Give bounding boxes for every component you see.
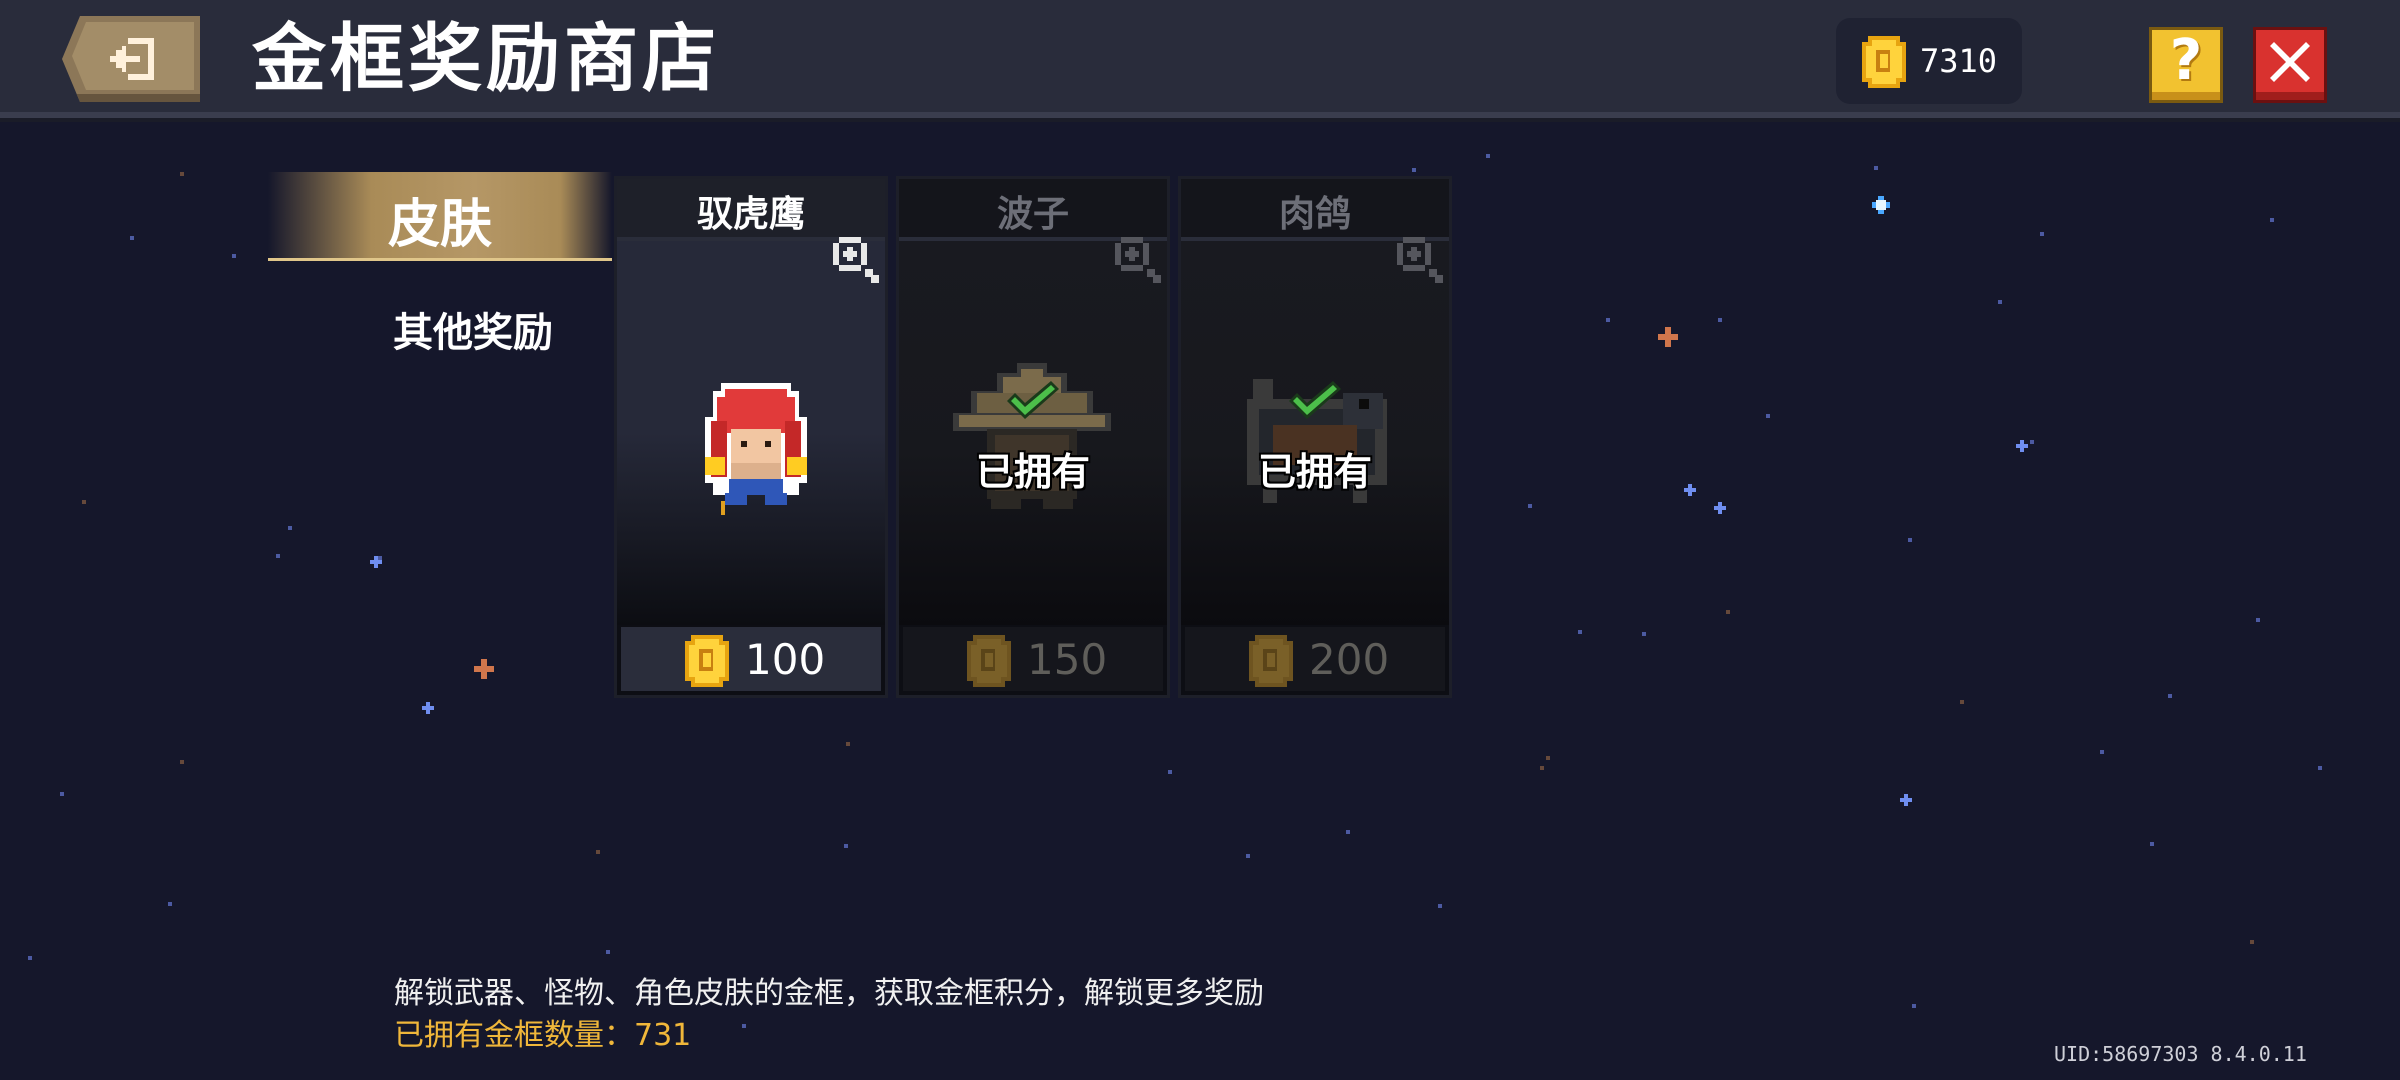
skin-card-3[interactable]: 肉鸽 已拥有 200 [1178,176,1452,698]
coin-balance-value: 7310 [1920,42,1998,80]
close-icon [2270,42,2310,82]
skin-name: 肉鸽 [1278,194,1351,235]
owned-checkmark-icon [1007,381,1059,419]
skin-name: 驭虎鹰 [696,194,805,235]
skin-preview-area [1181,241,1449,625]
zoom-magnifier-icon[interactable] [1393,235,1445,287]
skin-name: 波子 [996,194,1069,235]
zoom-magnifier-icon[interactable] [829,235,881,287]
price-value: 150 [1027,635,1108,684]
shop-description: 解锁武器、怪物、角色皮肤的金框，获取金框积分，解锁更多奖励 [394,976,1264,1011]
close-button[interactable] [2256,30,2324,100]
price-value: 200 [1309,635,1390,684]
coin-balance: 7310 [1836,18,2022,104]
price-bar: 100 [621,627,881,691]
tab-other-rewards-label: 其他奖励 [393,310,553,356]
red-hair-character-sprite [705,383,807,515]
back-button[interactable] [62,16,200,102]
skin-card-1[interactable]: 驭虎鹰 100 [614,176,888,698]
help-button[interactable]: ? [2152,30,2220,100]
uid-version-label: UID:58697303 8.4.0.11 [2054,1042,2307,1066]
price-bar: 200 [1185,627,1445,691]
skin-card-name-bar: 驭虎鹰 [617,179,885,241]
skin-card-name-bar: 波子 [899,179,1167,241]
gold-coin-icon [685,635,729,687]
exit-door-arrow-icon [110,38,154,80]
skin-card-2[interactable]: 波子 已拥有 150 [896,176,1170,698]
price-value: 100 [745,635,826,684]
question-mark-icon: ? [2169,28,2203,93]
gold-coin-icon [967,635,1011,687]
zoom-magnifier-icon[interactable] [1111,235,1163,287]
owned-label: 已拥有 [1257,450,1372,494]
owned-label: 已拥有 [975,450,1090,494]
skin-preview-area [617,241,885,625]
gold-coin-icon [1249,635,1293,687]
skin-preview-area [899,241,1167,625]
top-bar: 金框奖励商店 7310 ? [0,0,2400,118]
gold-frame-count: 已拥有金框数量：731 [394,1018,692,1053]
owned-checkmark-icon [1289,381,1341,419]
skin-card-name-bar: 肉鸽 [1181,179,1449,241]
tab-skins[interactable]: 皮肤 [268,172,612,261]
page-title: 金框奖励商店 [252,16,720,102]
gold-coin-icon [1862,36,1906,88]
price-bar: 150 [903,627,1163,691]
tab-skins-label: 皮肤 [387,195,492,255]
